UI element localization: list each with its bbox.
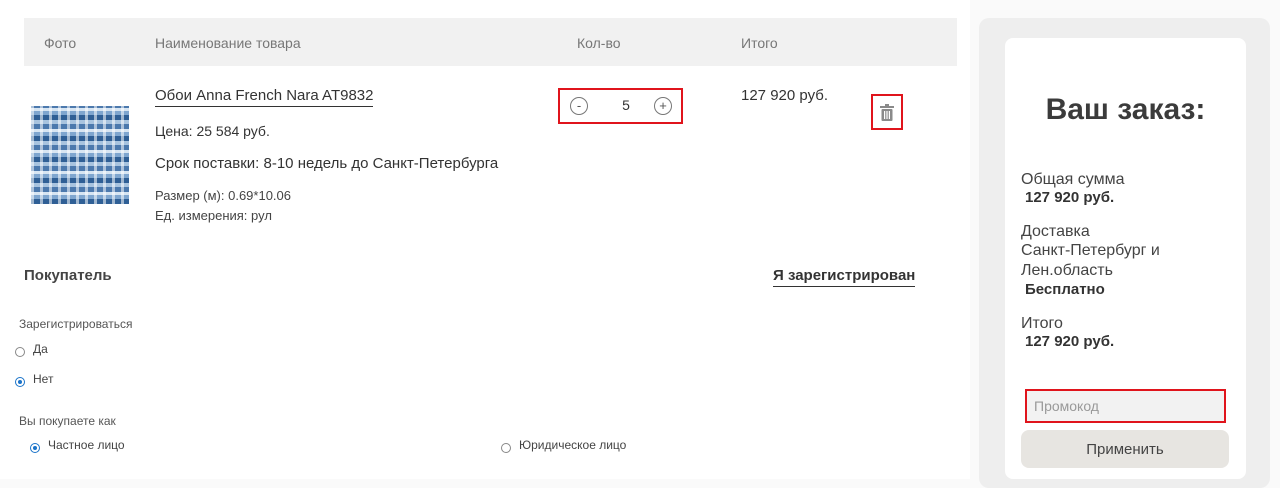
- cart-main: Фото Наименование товара Кол-во Итого Об…: [0, 0, 970, 479]
- sum-label: Общая сумма: [1021, 171, 1125, 188]
- product-unit: Ед. измерения: рул: [155, 208, 272, 223]
- sum-value: 127 920 руб.: [1025, 189, 1115, 206]
- delivery-value: Бесплатно: [1025, 281, 1105, 298]
- register-yes-label: Да: [33, 342, 48, 356]
- order-title: Ваш заказ:: [1045, 93, 1206, 126]
- radio-circle-selected[interactable]: [15, 377, 25, 387]
- total-label: Итого: [1021, 315, 1063, 332]
- trash-icon: [880, 103, 894, 121]
- radio-circle[interactable]: [15, 347, 25, 357]
- product-delivery: Срок поставки: 8-10 недель до Санкт-Пете…: [155, 155, 499, 172]
- col-qty: Кол-во: [577, 35, 621, 51]
- product-name-link[interactable]: Обои Anna French Nara AT9832: [155, 87, 374, 107]
- apply-promo-button[interactable]: Применить: [1021, 430, 1229, 468]
- legal-entity-label: Юридическое лицо: [519, 438, 627, 452]
- radio-circle-selected[interactable]: [30, 443, 40, 453]
- radio-circle[interactable]: [501, 443, 511, 453]
- register-no-label: Нет: [33, 372, 54, 386]
- delete-item-button[interactable]: [871, 94, 903, 130]
- registered-login-link[interactable]: Я зарегистрирован: [773, 267, 916, 287]
- col-name: Наименование товара: [155, 35, 301, 51]
- qty-plus-button[interactable]: +: [654, 97, 672, 115]
- buyer-type-label: Вы покупаете как: [19, 414, 116, 428]
- register-yes-radio[interactable]: Да: [15, 342, 48, 357]
- buyer-heading: Покупатель: [24, 267, 112, 284]
- individual-radio[interactable]: Частное лицо: [30, 438, 125, 453]
- register-no-radio[interactable]: Нет: [15, 372, 54, 387]
- individual-label: Частное лицо: [48, 438, 125, 452]
- product-price: Цена: 25 584 руб.: [155, 123, 270, 139]
- product-size: Размер (м): 0.69*10.06: [155, 188, 292, 203]
- col-photo: Фото: [44, 35, 77, 51]
- legal-entity-radio[interactable]: Юридическое лицо: [501, 438, 627, 453]
- register-label: Зарегистрироваться: [19, 317, 133, 331]
- delivery-region-line1: Санкт-Петербург и: [1021, 242, 1160, 259]
- col-total: Итого: [741, 35, 778, 51]
- product-image[interactable]: [31, 106, 129, 204]
- total-value: 127 920 руб.: [1025, 333, 1115, 350]
- qty-value[interactable]: 5: [618, 97, 634, 113]
- quantity-stepper: - 5 +: [558, 88, 683, 124]
- delivery-region-line2: Лен.область: [1021, 262, 1113, 279]
- promo-code-input[interactable]: [1025, 389, 1226, 423]
- delivery-label: Доставка: [1021, 223, 1090, 240]
- cart-table-header: Фото Наименование товара Кол-во Итого: [24, 18, 957, 66]
- item-total: 127 920 руб.: [741, 87, 828, 104]
- qty-minus-button[interactable]: -: [570, 97, 588, 115]
